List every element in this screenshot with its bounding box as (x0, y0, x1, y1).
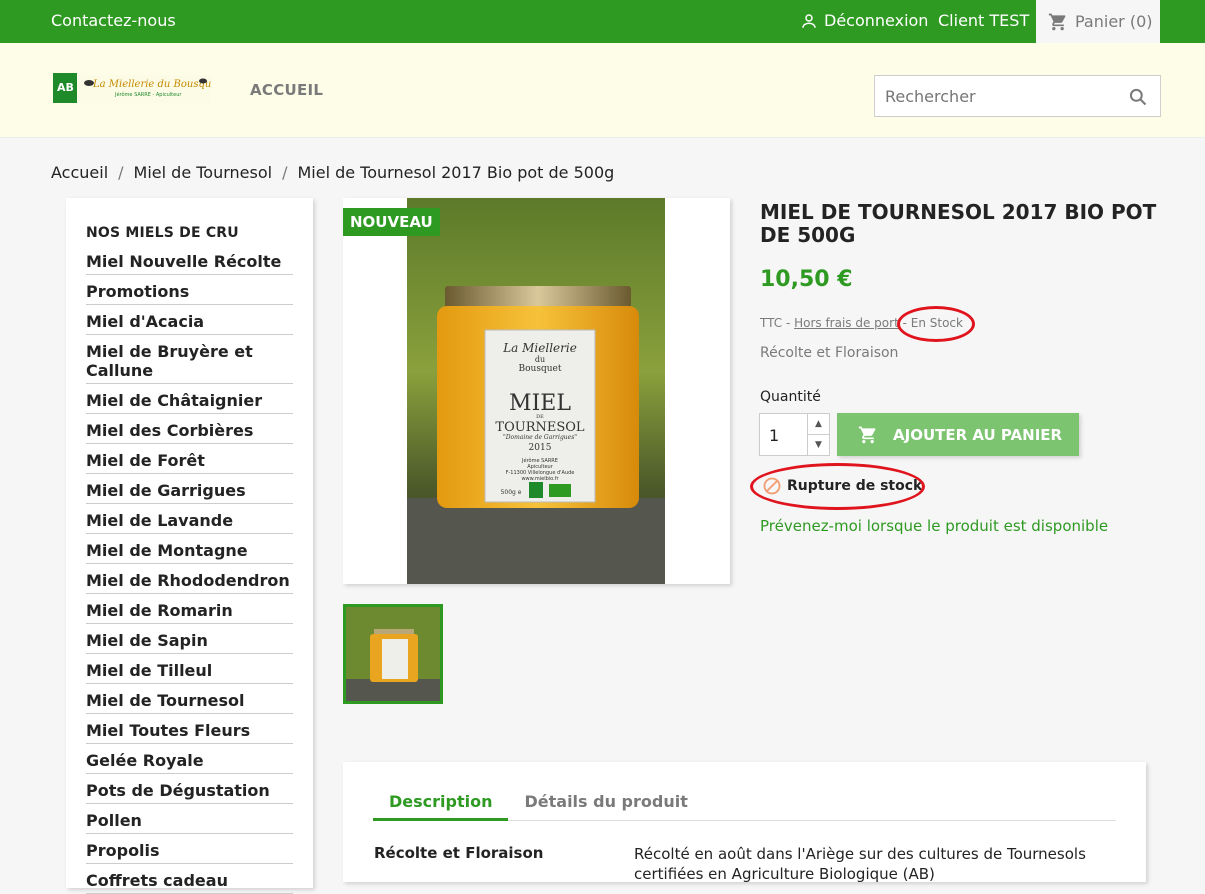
jar-label-text: 500g e (501, 489, 522, 496)
product-price: 10,50 € (760, 267, 853, 292)
tax-label: TTC - (760, 316, 795, 330)
sidebar-item[interactable]: Miel Nouvelle Récolte (86, 250, 293, 275)
product-tabs: Description Détails du produit (373, 792, 1116, 821)
new-badge: NOUVEAU (343, 208, 440, 236)
sidebar-item[interactable]: Promotions (86, 280, 293, 305)
logout-label: Déconnexion (824, 11, 929, 30)
sidebar-item[interactable]: Pots de Dégustation (86, 779, 293, 804)
sidebar-item[interactable]: Pollen (86, 809, 293, 834)
cart-icon (1048, 13, 1066, 30)
sidebar-item[interactable]: Miel de Tournesol (86, 689, 293, 714)
feature-value: Récolté en août dans l'Ariège sur des cu… (634, 845, 1086, 883)
sidebar-item[interactable]: Miel de Lavande (86, 509, 293, 534)
jar-label-text: Bousquet (519, 364, 562, 374)
jar-label-text: MIEL (509, 391, 571, 416)
sidebar-item[interactable]: Miel de Romarin (86, 599, 293, 624)
sidebar-item[interactable]: Gelée Royale (86, 749, 293, 774)
jar-label-text: Jérôme SARRE (521, 457, 558, 464)
cart-label: Panier (0) (1075, 12, 1153, 31)
jar-label-text: TOURNESOL (495, 420, 585, 435)
product-thumbnail[interactable] (343, 604, 443, 704)
cart-button[interactable]: Panier (0) (1036, 0, 1160, 43)
search-box (874, 75, 1161, 117)
jar-label-text: du (535, 355, 545, 364)
product-tabs-card: Description Détails du produit Récolte e… (343, 762, 1146, 883)
notify-link[interactable]: Prévenez-moi lorsque le produit est disp… (760, 517, 1108, 535)
site-logo[interactable]: AB La Miellerie du Bousquet Jérôme SARRE… (53, 73, 222, 105)
search-icon[interactable] (1128, 87, 1148, 107)
svg-text:AB: AB (57, 81, 74, 94)
product-image-card: La Miellerie du Bousquet MIEL DE TOURNES… (343, 198, 730, 584)
sidebar-title: NOS MIELS DE CRU (86, 225, 239, 241)
breadcrumb-separator: / (282, 163, 288, 182)
jar-label-text: La Miellerie (502, 341, 577, 355)
breadcrumb-current: Miel de Tournesol 2017 Bio pot de 500g (297, 163, 615, 182)
add-to-cart-button[interactable]: AJOUTER AU PANIER (837, 413, 1079, 456)
cart-icon (858, 426, 876, 443)
user-icon (802, 13, 816, 28)
chevron-down-icon[interactable]: ▼ (808, 435, 829, 455)
sidebar-item[interactable]: Miel de Garrigues (86, 479, 293, 504)
product-title: Miel de Tournesol 2017 Bio pot de 500g (760, 200, 1157, 247)
chevron-up-icon[interactable]: ▲ (808, 414, 829, 435)
category-sidebar: NOS MIELS DE CRU Miel Nouvelle Récolte P… (66, 198, 313, 894)
short-description: Récolte et Floraison (760, 345, 899, 361)
jar-label-text: www.mielbio.fr (521, 476, 559, 482)
sidebar-item[interactable]: Miel Toutes Fleurs (86, 719, 293, 744)
sidebar-item[interactable]: Miel de Châtaignier (86, 389, 293, 414)
breadcrumb-separator: / (118, 163, 124, 182)
highlight-ring (750, 463, 925, 510)
feature-name: Récolte et Floraison (374, 844, 544, 862)
quantity-label: Quantité (760, 389, 821, 405)
sidebar-item[interactable]: Miel de Montagne (86, 539, 293, 564)
sidebar-item[interactable]: Miel d'Acacia (86, 310, 293, 335)
account-link[interactable]: Client TEST (938, 11, 1029, 30)
site-header: AB La Miellerie du Bousquet Jérôme SARRE… (0, 43, 1205, 138)
contact-link[interactable]: Contactez-nous (51, 11, 176, 30)
search-input[interactable] (875, 76, 1115, 116)
sidebar-item[interactable]: Miel des Corbières (86, 419, 293, 444)
highlight-ring (897, 306, 975, 342)
sidebar-item[interactable]: Miel de Tilleul (86, 659, 293, 684)
product-photo[interactable]: La Miellerie du Bousquet MIEL DE TOURNES… (407, 198, 665, 584)
sidebar-item[interactable]: Miel de Rhododendron (86, 569, 293, 594)
jar-label-text: "Domaine de Garrigues" (503, 434, 577, 441)
jar-label-text: 2015 (529, 443, 552, 453)
sidebar-item[interactable]: Propolis (86, 839, 293, 864)
category-list: Miel Nouvelle Récolte Promotions Miel d'… (86, 250, 293, 894)
shipping-link[interactable]: Hors frais de port (794, 316, 899, 330)
sidebar-item[interactable]: Coffrets cadeau (86, 869, 293, 894)
logout-link[interactable]: Déconnexion (800, 11, 928, 30)
tab-product-details[interactable]: Détails du produit (508, 792, 703, 821)
breadcrumb: Accueil / Miel de Tournesol / Miel de To… (51, 163, 614, 182)
quantity-input[interactable]: 1 (760, 414, 807, 455)
add-to-cart-label: AJOUTER AU PANIER (893, 425, 1063, 444)
tab-description[interactable]: Description (373, 792, 509, 821)
sidebar-item[interactable]: Miel de Bruyère et Callune (86, 340, 293, 384)
breadcrumb-home[interactable]: Accueil (51, 163, 108, 182)
nav-home[interactable]: ACCUEIL (250, 81, 323, 99)
sidebar-item[interactable]: Miel de Forêt (86, 449, 293, 474)
quantity-spinner: ▲ ▼ (807, 414, 829, 455)
sidebar-item[interactable]: Miel de Sapin (86, 629, 293, 654)
top-bar: Contactez-nous Déconnexion Client TEST P… (0, 0, 1205, 43)
svg-text:La Miellerie du Bousquet: La Miellerie du Bousquet (92, 79, 211, 90)
breadcrumb-category[interactable]: Miel de Tournesol (134, 163, 273, 182)
quantity-stepper[interactable]: 1 ▲ ▼ (759, 413, 830, 456)
svg-text:Jérôme SARRE - Apiculteur: Jérôme SARRE - Apiculteur (114, 91, 182, 98)
